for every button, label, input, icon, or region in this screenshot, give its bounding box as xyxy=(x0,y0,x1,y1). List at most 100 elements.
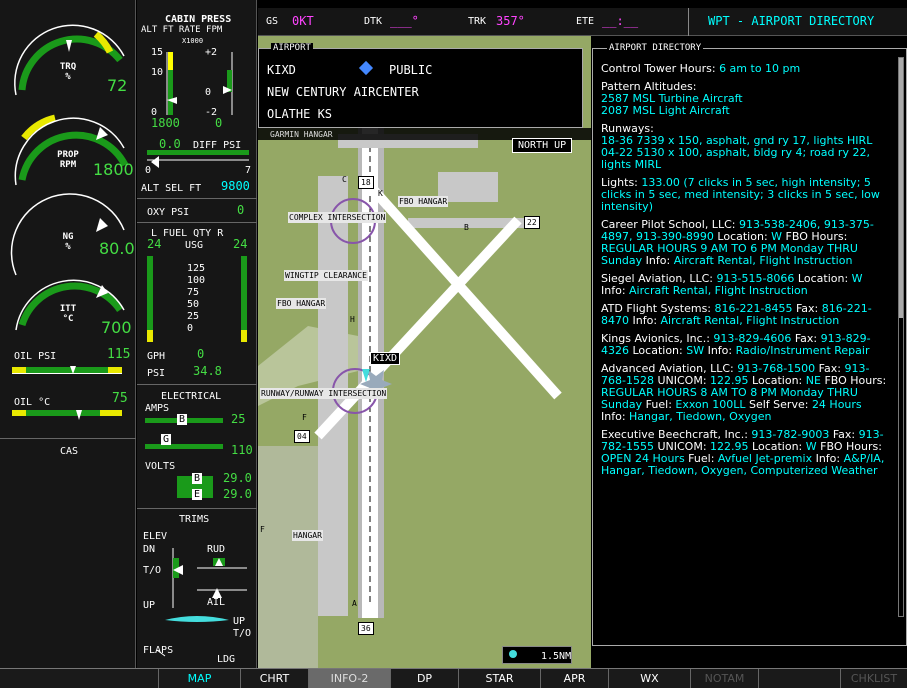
flaps-ldg: LDG xyxy=(217,654,236,665)
softkey-notam[interactable]: NOTAM xyxy=(690,669,758,688)
directory-entry: Career Pilot School, LLC: 913-538-2406, … xyxy=(593,219,893,273)
volts-b-value: 29.0 xyxy=(223,471,252,485)
map-scale-box[interactable]: 1.5NM xyxy=(502,646,572,664)
directory-field-value: 2087 MSL Light Aircraft xyxy=(601,104,730,117)
directory-field-label: Control Tower Hours: xyxy=(601,62,720,75)
fuel-right: 24 xyxy=(233,237,248,251)
softkey-bar: MAP CHRT INFO-2 DP STAR APR WX NOTAM CHK… xyxy=(0,668,907,688)
directory-field-value: SW xyxy=(686,344,705,357)
label-wingtip-clearance: WINGTIP CLEARANCE xyxy=(284,270,368,281)
softkey-chklist[interactable]: CHKLIST xyxy=(840,669,907,688)
oil-temp-value: 75 xyxy=(112,391,128,406)
map-orientation[interactable]: NORTH UP xyxy=(512,138,573,153)
directory-entry: Siegel Aviation, LLC: 913-515-8066 Locat… xyxy=(593,273,893,303)
fuel-left-low xyxy=(147,330,153,342)
airport-city: OLATHE KS xyxy=(267,107,333,121)
diff-tick-0: 0 xyxy=(145,165,152,176)
softkey-1[interactable] xyxy=(0,669,80,688)
gph-value: 0 xyxy=(197,347,205,361)
oil-temp-label: OIL °C xyxy=(14,397,51,408)
directory-entry: ATD Flight Systems: 816-221-8455 Fax: 81… xyxy=(593,303,893,333)
alt-sel-value: 9800 xyxy=(221,179,250,193)
directory-field-value: 133.00 (7 clicks in 5 sec, high intensit… xyxy=(601,176,880,213)
trk-label: TRK xyxy=(468,16,487,27)
softkey-star[interactable]: STAR xyxy=(458,669,540,688)
cas-label: CAS xyxy=(60,446,79,457)
fuel-tick: 0 xyxy=(187,323,194,334)
psi-label: PSI xyxy=(147,368,166,379)
prop-label: PROP xyxy=(57,150,79,160)
softkey-map[interactable]: MAP xyxy=(158,669,240,688)
softkey-dp[interactable]: DP xyxy=(390,669,458,688)
gph-label: GPH xyxy=(147,351,166,362)
fuel-tick: 100 xyxy=(187,275,206,286)
directory-entry: Kings Avionics, Inc.: 913-829-4606 Fax: … xyxy=(593,333,893,363)
trims-section xyxy=(137,508,257,509)
volts-e-pointer: E xyxy=(192,489,203,500)
airport-directory-box[interactable]: AIRPORT DIRECTORY Control Tower Hours: 6… xyxy=(592,43,907,646)
amps-label: AMPS xyxy=(145,403,170,414)
label-kixd[interactable]: KIXD xyxy=(370,352,401,365)
directory-field-label: Info: xyxy=(629,314,661,327)
directory-field-label: Info: xyxy=(601,284,630,297)
systems-panel: CABIN PRESS ALT FT RATE FPM X1000 15 10 … xyxy=(137,0,257,668)
label-fbo-hangar-top: FBO HANGAR xyxy=(398,196,449,207)
directory-field-value: 24 Hours xyxy=(811,398,862,411)
oxy-label: OXY PSI xyxy=(147,207,190,218)
itt-unit: °C xyxy=(62,314,74,324)
directory-entry: Control Tower Hours: 6 am to 10 pm xyxy=(593,63,893,81)
airport-ident[interactable]: KIXD xyxy=(267,63,296,77)
taxiway-c: C xyxy=(342,175,347,184)
amps-g-value: 110 xyxy=(231,443,253,457)
airport-map[interactable]: NORTH UP GARMIN HANGAR COMPLEX INTERSECT… xyxy=(258,36,591,668)
ete-label: ETE xyxy=(576,16,595,27)
fuel-title: L FUEL QTY R xyxy=(151,228,224,239)
taxiway-k: K xyxy=(378,189,383,198)
volts-b-pointer: B xyxy=(192,473,203,484)
directory-field-label: Info: xyxy=(601,410,630,423)
flaps-label: FLAPS xyxy=(143,645,174,656)
rwy-18-label: 18 xyxy=(358,176,374,189)
directory-field-value: Hangar, Tiedown, Oxygen xyxy=(629,410,772,423)
directory-field-value: 04-22 5130 x 100, asphalt, bldg ry 4; ro… xyxy=(601,146,870,171)
scroll-thumb[interactable] xyxy=(899,58,903,318)
rwy-22-label: 22 xyxy=(524,216,540,229)
label-garmin-hangar: GARMIN HANGAR xyxy=(270,130,333,139)
fuel-ticks: 125 100 75 50 25 0 xyxy=(187,263,211,335)
directory-scrollbar[interactable] xyxy=(898,57,904,617)
prop-value: 1800 xyxy=(93,160,134,179)
trq-label: TRQ xyxy=(59,62,77,72)
oil-psi-value: 115 xyxy=(107,347,131,362)
softkey-chrt[interactable]: CHRT xyxy=(240,669,308,688)
label-runway-intersection: RUNWAY/RUNWAY INTERSECTION xyxy=(260,388,388,399)
ng-unit: % xyxy=(65,242,71,252)
amps-b-pointer: B xyxy=(177,414,188,425)
public-airport-icon xyxy=(358,60,374,76)
cabin-rate-value: 0 xyxy=(215,116,223,130)
cabin-alt-value: 1800 xyxy=(151,116,180,130)
zoom-icon xyxy=(509,650,517,658)
title-divider xyxy=(688,8,689,36)
directory-field-value: Aircraft Rental, Flight Instruction xyxy=(629,284,808,297)
directory-field-label: Info: xyxy=(642,254,674,267)
directory-field-value: Aircraft Rental, Flight Instruction xyxy=(673,254,853,267)
fuel-tick: 50 xyxy=(187,299,200,310)
dtk-value: ___° xyxy=(390,14,419,28)
cas-divider xyxy=(0,438,136,439)
airport-box-title: AIRPORT xyxy=(271,43,313,54)
softkey-blank[interactable] xyxy=(758,669,840,688)
directory-entry: Lights: 133.00 (7 clicks in 5 sec, high … xyxy=(593,177,893,219)
softkey-apr[interactable]: APR xyxy=(540,669,608,688)
amps-b-value: 25 xyxy=(231,412,246,426)
directory-field-label: Info: xyxy=(704,344,736,357)
directory-entry: Advanced Aviation, LLC: 913-768-1500 Fax… xyxy=(593,363,893,429)
page-title: WPT - AIRPORT DIRECTORY xyxy=(708,14,875,28)
softkey-info-2[interactable]: INFO-2 xyxy=(308,669,390,688)
amps-g-pointer: G xyxy=(161,434,172,445)
volts-label: VOLTS xyxy=(145,461,176,472)
airport-info-box: AIRPORT KIXD PUBLIC NEW CENTURY AIRCENTE… xyxy=(258,43,583,128)
directory-field-label: Location: xyxy=(629,344,687,357)
softkey-wx[interactable]: WX xyxy=(608,669,690,688)
rwy-36-label: 36 xyxy=(358,622,374,635)
directory-field-value: 6 am to 10 pm xyxy=(719,62,801,75)
